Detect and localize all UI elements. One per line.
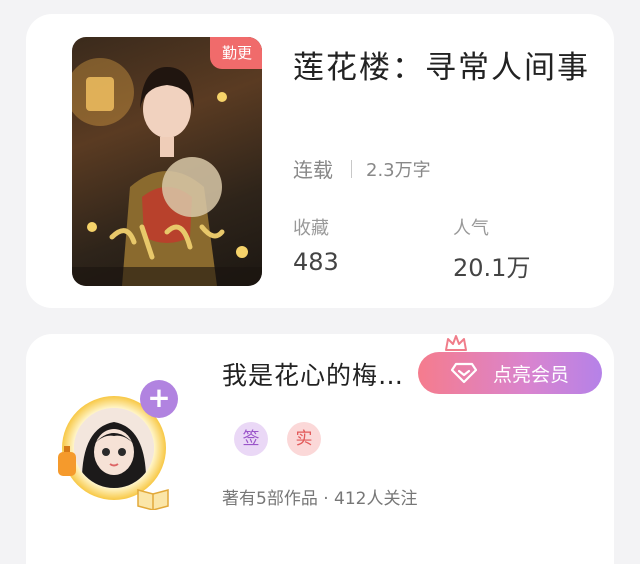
vip-membership-button[interactable]: 点亮会员	[418, 352, 602, 394]
meta-divider	[351, 159, 352, 178]
update-badge: 勤更	[209, 37, 262, 69]
vip-button-label: 点亮会员	[492, 363, 569, 386]
signed-author-badge: 签	[234, 422, 268, 456]
popularity-value: 20.1万	[453, 254, 531, 282]
avatar-image	[74, 408, 154, 488]
favorites-label: 收藏	[293, 218, 329, 239]
author-name[interactable]: 我是花心的梅…	[222, 356, 404, 392]
book-meta: 连载 2.3万字	[293, 154, 431, 183]
cover-illustration	[72, 58, 262, 286]
serial-status: 连载	[293, 158, 333, 182]
book-card[interactable]: 勤更 莲花楼：寻常人间事 连载 2.3万字 收藏 483 人气 20.1万	[26, 14, 614, 308]
verified-author-badge: 实	[287, 422, 321, 456]
book-title[interactable]: 莲花楼：寻常人间事	[293, 48, 593, 89]
plus-icon: +	[147, 381, 171, 414]
popularity-label: 人气	[453, 218, 489, 239]
book-cover-image[interactable]: 勤更	[72, 37, 262, 286]
diamond-icon	[450, 362, 477, 384]
author-works-and-followers: 著有5部作品 · 412人关注	[222, 489, 418, 509]
follow-author-button[interactable]: +	[140, 380, 178, 418]
crown-icon	[445, 335, 467, 354]
lantern-decoration-icon	[58, 446, 76, 476]
author-card: + 我是花心的梅… 点亮会员 签 实 著有5部作品 · 412人关注	[26, 334, 614, 564]
favorites-value: 483	[293, 248, 339, 276]
book-decoration-icon	[137, 489, 169, 510]
word-count: 2.3万字	[366, 159, 431, 181]
